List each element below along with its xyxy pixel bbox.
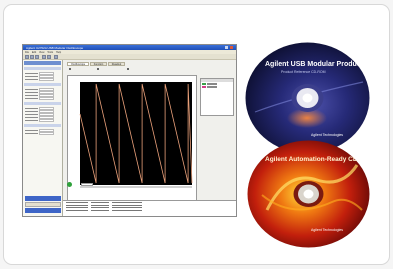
panel-header	[24, 61, 61, 65]
waveform-plot	[79, 82, 193, 188]
channel-group	[24, 83, 61, 86]
close-icon	[230, 46, 233, 49]
panel-button-1	[25, 196, 61, 201]
scope-screen	[80, 82, 192, 185]
panel-button-2	[25, 202, 61, 207]
tab-strip: Oscilloscope Function Readout	[67, 62, 126, 66]
open-icon	[30, 55, 34, 59]
measurement-group	[24, 124, 61, 127]
tab-readout: Readout	[107, 62, 126, 66]
tab-oscilloscope: Oscilloscope	[67, 62, 90, 66]
tab-function: Function	[89, 62, 108, 66]
math-checkbox	[127, 68, 129, 70]
channel-2-checkbox	[97, 68, 99, 70]
channel-1-checkbox	[69, 68, 71, 70]
acquisition-controls	[67, 182, 147, 188]
minimize-icon	[225, 46, 228, 49]
new-icon	[25, 55, 29, 59]
save-icon	[35, 55, 39, 59]
cd-top-title: Agilent USB Modular Products	[265, 61, 367, 68]
instrument-panel	[23, 60, 63, 216]
cd-bottom-title: Agilent Automation-Ready CD	[265, 156, 358, 163]
window-title: Agilent U2702A USB Modular Oscilloscope	[26, 45, 84, 50]
cd-top-artwork	[245, 42, 370, 154]
log-pane	[63, 200, 236, 216]
acquisition-group	[24, 67, 61, 70]
panel-button-3	[25, 208, 61, 213]
zoom-icon	[54, 55, 58, 59]
software-screenshot: Agilent U2702A USB Modular Oscilloscope …	[22, 44, 237, 217]
cd-bottom-hole	[303, 189, 314, 199]
run-field	[81, 183, 93, 186]
channel-2-swatch	[202, 86, 206, 88]
scope-settings-row	[67, 67, 195, 73]
cd-top-brand: Agilent Technologies	[311, 133, 344, 137]
cd-automation-ready: Agilent Automation-Ready CD Agilent Tech…	[247, 140, 370, 248]
waveform-display	[67, 75, 197, 216]
cd-top-subtitle: Product Reference CD-ROM	[281, 70, 326, 74]
channel-1-swatch	[202, 83, 206, 85]
stop-icon	[47, 55, 51, 59]
trigger-group	[24, 102, 61, 105]
channel-legend	[200, 78, 234, 116]
cd-top-hole	[302, 93, 313, 103]
run-icon	[42, 55, 46, 59]
cd-usb-modular-products: Agilent USB Modular Products Product Ref…	[245, 42, 370, 154]
run-button	[67, 182, 72, 187]
cd-bottom-brand: Agilent Technologies	[311, 228, 344, 232]
